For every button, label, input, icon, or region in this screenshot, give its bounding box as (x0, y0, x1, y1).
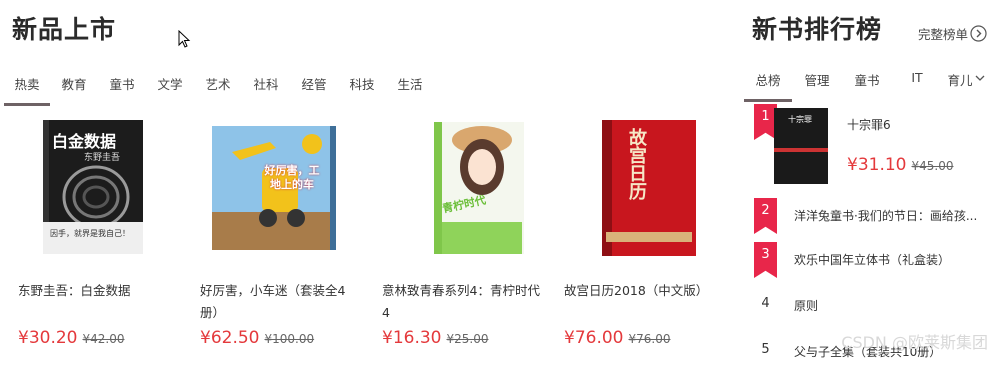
product-name[interactable]: 意林致青春系列4：青柠时代4 (382, 280, 542, 324)
current-price: ¥62.50 (200, 328, 260, 348)
ranking-item[interactable]: 3 欢乐中国年立体书（礼盒装） (750, 242, 1000, 278)
tab-hot[interactable]: 热卖 (4, 68, 50, 106)
original-price: ¥76.00 (628, 332, 671, 346)
ranking-item[interactable]: 2 洋洋兔童书·我们的节日：画给孩... (750, 198, 1000, 234)
product-name[interactable]: 好厉害，小车迷（套装全4册） (200, 280, 360, 324)
full-ranking-link[interactable]: 完整榜单 (918, 24, 987, 43)
product-price: ¥30.20 ¥42.00 (18, 328, 124, 348)
product-price: ¥16.30 ¥25.00 (382, 328, 488, 348)
arrow-right-circle-icon (970, 25, 987, 42)
tab-kids-books[interactable]: 童书 (98, 68, 146, 106)
rank-badge: 2 (754, 198, 777, 234)
tab-kids[interactable]: 童书 (842, 68, 892, 102)
product-card[interactable]: 故宫日历 故宫日历2018（中文版） ¥76.00 ¥76.00 (564, 112, 734, 348)
original-price: ¥100.00 (264, 332, 315, 346)
ranking-name[interactable]: 原则 (794, 297, 818, 314)
product-name[interactable]: 东野圭吾：白金数据 (18, 280, 178, 302)
product-price: ¥62.50 ¥100.00 (200, 328, 314, 348)
tab-technology[interactable]: 科技 (338, 68, 386, 106)
product-cover[interactable]: 故宫日历 (564, 112, 734, 262)
product-name[interactable]: 故宫日历2018（中文版） (564, 280, 724, 302)
tab-art[interactable]: 艺术 (194, 68, 242, 106)
tab-parenting[interactable]: 育儿 (942, 68, 990, 102)
product-cover[interactable]: 青柠时代 (382, 112, 552, 262)
current-price: ¥16.30 (382, 328, 442, 348)
tab-parenting-label: 育儿 (947, 73, 973, 88)
ranking-price: ¥31.10 ¥45.00 (847, 155, 953, 175)
tab-business[interactable]: 经管 (290, 68, 338, 106)
tab-management[interactable]: 管理 (792, 68, 842, 102)
ranking-item[interactable]: 1 十宗罪 十宗罪6 ¥31.10 ¥45.00 (750, 104, 1000, 186)
tab-all[interactable]: 总榜 (744, 68, 792, 102)
original-price: ¥25.00 (446, 332, 489, 346)
ranking-name[interactable]: 欢乐中国年立体书（礼盒装） (794, 251, 950, 268)
product-card[interactable]: 白金数据 东野圭吾 因手，就界是我自己！ 东野圭吾：白金数据 ¥30.20 ¥42… (18, 112, 188, 348)
product-card[interactable]: 好厉害，工地上的车 好厉害，小车迷（套装全4册） ¥62.50 ¥100.00 (200, 112, 370, 348)
cover-title: 好厉害，工地上的车 (264, 164, 320, 191)
rank-number: 5 (761, 342, 770, 357)
ranking-name[interactable]: 十宗罪6 (847, 116, 891, 133)
ranking-cover-title: 十宗罪 (788, 115, 812, 124)
original-price: ¥45.00 (911, 159, 954, 173)
ranking-item[interactable]: 4 原则 (750, 294, 1000, 318)
ranking-name[interactable]: 洋洋兔童书·我们的节日：画给孩... (794, 207, 990, 224)
ranking-tabs: 总榜 管理 童书 IT 育儿 (744, 68, 990, 102)
mouse-cursor-icon (178, 30, 191, 48)
product-cover[interactable]: 好厉害，工地上的车 (200, 112, 370, 262)
cover-author: 东野圭吾 (84, 153, 121, 163)
tab-social-science[interactable]: 社科 (242, 68, 290, 106)
tab-literature[interactable]: 文学 (146, 68, 194, 106)
current-price: ¥31.10 (847, 155, 907, 175)
current-price: ¥30.20 (18, 328, 78, 348)
watermark: CSDN @欧莱斯集团 (841, 333, 988, 352)
tab-life[interactable]: 生活 (386, 68, 434, 106)
product-cover[interactable]: 白金数据 东野圭吾 因手，就界是我自己！ (18, 112, 188, 262)
cover-title: 故宫日历 (626, 128, 647, 200)
product-price: ¥76.00 ¥76.00 (564, 328, 670, 348)
tab-education[interactable]: 教育 (50, 68, 98, 106)
product-card[interactable]: 青柠时代 意林致青春系列4：青柠时代4 ¥16.30 ¥25.00 (382, 112, 552, 348)
cover-title: 白金数据 (52, 132, 117, 151)
category-tabs: 热卖 教育 童书 文学 艺术 社科 经管 科技 生活 (4, 68, 434, 106)
tab-it[interactable]: IT (892, 68, 942, 102)
section-title-new-arrivals: 新品上市 (12, 15, 117, 44)
ranking-cover[interactable]: 十宗罪 (774, 108, 828, 184)
rank-badge: 3 (754, 242, 777, 278)
section-title-rankings: 新书排行榜 (752, 15, 883, 44)
chevron-down-icon (975, 75, 984, 81)
full-ranking-label: 完整榜单 (918, 27, 969, 42)
original-price: ¥42.00 (82, 332, 125, 346)
ranking-cover-stripe (774, 148, 828, 152)
current-price: ¥76.00 (564, 328, 624, 348)
rank-number: 4 (761, 296, 770, 311)
cover-caption: 因手，就界是我自己！ (50, 229, 130, 238)
